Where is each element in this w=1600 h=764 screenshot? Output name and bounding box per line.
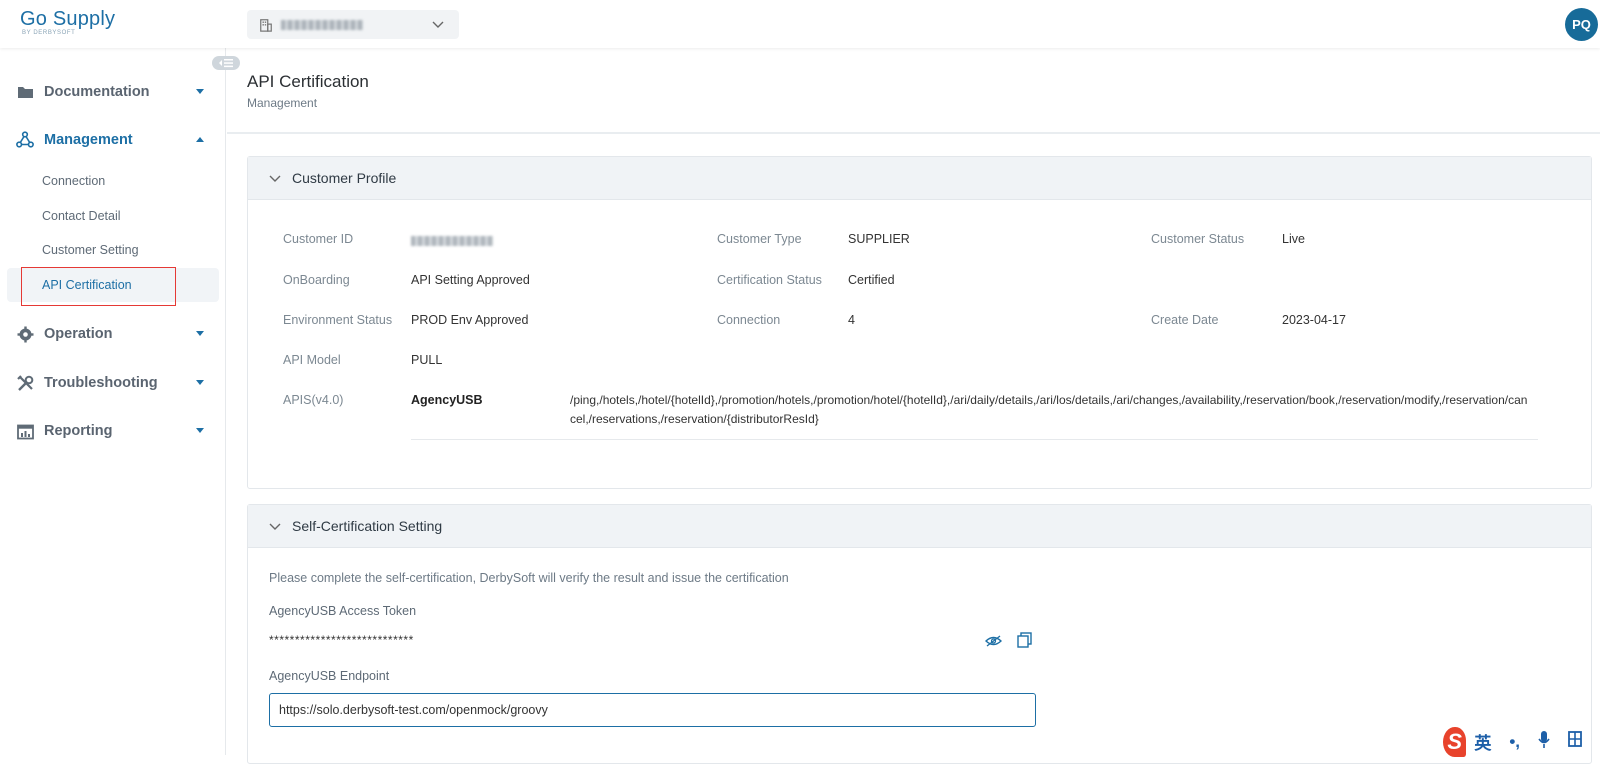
sidebar-item-troubleshooting[interactable]: Troubleshooting <box>0 365 226 401</box>
folder-icon <box>16 83 34 101</box>
label-customer-id: Customer ID <box>283 232 354 246</box>
value-certification-status: Certified <box>848 273 895 287</box>
chevron-down-icon <box>269 175 281 182</box>
value-customer-type: SUPPLIER <box>848 232 910 246</box>
value-customer-status: Live <box>1282 232 1305 246</box>
label-connection: Connection <box>717 313 781 327</box>
organization-name-blurred <box>281 19 363 30</box>
sidebar-item-documentation[interactable]: Documentation <box>0 74 226 110</box>
sidebar-item-label: Documentation <box>44 84 150 100</box>
api-paths: /ping,/hotels,/hotel/{hotelId},/promotio… <box>570 393 1528 426</box>
mic-icon[interactable] <box>1538 730 1550 753</box>
section-title: Self-Certification Setting <box>292 518 443 534</box>
building-icon <box>260 18 272 32</box>
caret-down-icon <box>196 380 204 385</box>
label-customer-status: Customer Status <box>1151 232 1245 246</box>
copy-icon[interactable] <box>1015 632 1033 648</box>
logo-title: Go Supply <box>20 8 116 30</box>
tools-icon <box>16 374 34 392</box>
title-divider <box>227 132 1600 134</box>
self-certification-header[interactable]: Self-Certification Setting <box>248 505 1591 548</box>
caret-up-icon <box>196 137 204 142</box>
customer-id-blurred <box>411 236 493 246</box>
label-certification-status: Certification Status <box>717 273 822 287</box>
endpoint-input[interactable] <box>269 693 1036 727</box>
label-endpoint: AgencyUSB Endpoint <box>269 669 390 683</box>
caret-down-icon <box>196 331 204 336</box>
value-create-date: 2023-04-17 <box>1282 313 1346 327</box>
sidebar-collapse-button[interactable] <box>212 56 240 70</box>
label-onboarding: OnBoarding <box>283 273 350 287</box>
api-name: AgencyUSB <box>411 393 483 407</box>
section-title: Customer Profile <box>292 170 397 186</box>
value-connection: 4 <box>848 313 855 327</box>
label-access-token: AgencyUSB Access Token <box>269 604 417 618</box>
sidebar-item-label: Management <box>44 132 133 148</box>
sidebar-item-label: Reporting <box>44 423 113 439</box>
sogou-logo-icon[interactable]: S <box>1443 726 1467 757</box>
label-customer-type: Customer Type <box>717 232 802 246</box>
main-content: API Certification Management Customer Pr… <box>227 48 1600 764</box>
network-icon <box>16 131 34 149</box>
value-api-model: PULL <box>411 353 443 367</box>
organization-select[interactable] <box>247 10 459 39</box>
ime-language-toggle[interactable]: 英 <box>1474 729 1491 754</box>
self-certification-panel: Self-Certification Setting Please comple… <box>247 504 1592 764</box>
sidebar-item-label: Operation <box>44 326 113 342</box>
label-apis: APIS(v4.0) <box>283 393 344 407</box>
label-api-model: API Model <box>283 353 341 367</box>
page-title: API Certification <box>247 72 369 91</box>
eye-hidden-icon[interactable] <box>984 633 1002 649</box>
ime-toolbar[interactable]: S 英 •, <box>1443 726 1600 757</box>
sidebar: Documentation Management Connection Cont… <box>0 48 226 755</box>
value-onboarding: API Setting Approved <box>411 273 530 287</box>
access-token-value: **************************** <box>269 633 414 647</box>
sidebar-subitem-api-certification[interactable]: API Certification <box>7 268 219 302</box>
chevron-down-icon <box>432 21 444 28</box>
ime-punctuation-toggle[interactable]: •, <box>1509 732 1520 752</box>
caret-down-icon <box>196 428 204 433</box>
logo-subtitle: BY DERBYSOFT <box>22 30 76 36</box>
customer-profile-panel: Customer Profile Customer ID Customer Ty… <box>247 156 1592 489</box>
page-subtitle: Management <box>247 96 318 110</box>
sidebar-subitem-connection[interactable]: Connection <box>7 164 219 198</box>
avatar[interactable]: PQ <box>1565 8 1598 41</box>
self-cert-description: Please complete the self-certification, … <box>269 571 789 585</box>
api-row-divider <box>411 439 1538 440</box>
caret-down-icon <box>196 89 204 94</box>
calendar-chart-icon <box>16 422 34 440</box>
sidebar-subitem-customer-setting[interactable]: Customer Setting <box>7 233 219 267</box>
sidebar-item-management[interactable]: Management <box>0 122 226 158</box>
sidebar-subitem-contact-detail[interactable]: Contact Detail <box>7 199 219 233</box>
chevron-down-icon <box>269 523 281 530</box>
label-environment-status: Environment Status <box>283 313 393 327</box>
sidebar-item-operation[interactable]: Operation <box>0 316 226 352</box>
customer-profile-header[interactable]: Customer Profile <box>248 157 1591 200</box>
grid-icon[interactable] <box>1568 731 1582 752</box>
label-create-date: Create Date <box>1151 313 1219 327</box>
gear-icon <box>16 325 34 343</box>
value-environment-status: PROD Env Approved <box>411 313 529 327</box>
collapse-menu-icon <box>219 59 233 68</box>
sidebar-item-label: Troubleshooting <box>44 375 158 391</box>
top-bar: Go Supply BY DERBYSOFT PQ <box>0 0 1600 48</box>
sidebar-item-reporting[interactable]: Reporting <box>0 413 226 449</box>
app-logo[interactable]: Go Supply BY DERBYSOFT <box>20 8 115 36</box>
